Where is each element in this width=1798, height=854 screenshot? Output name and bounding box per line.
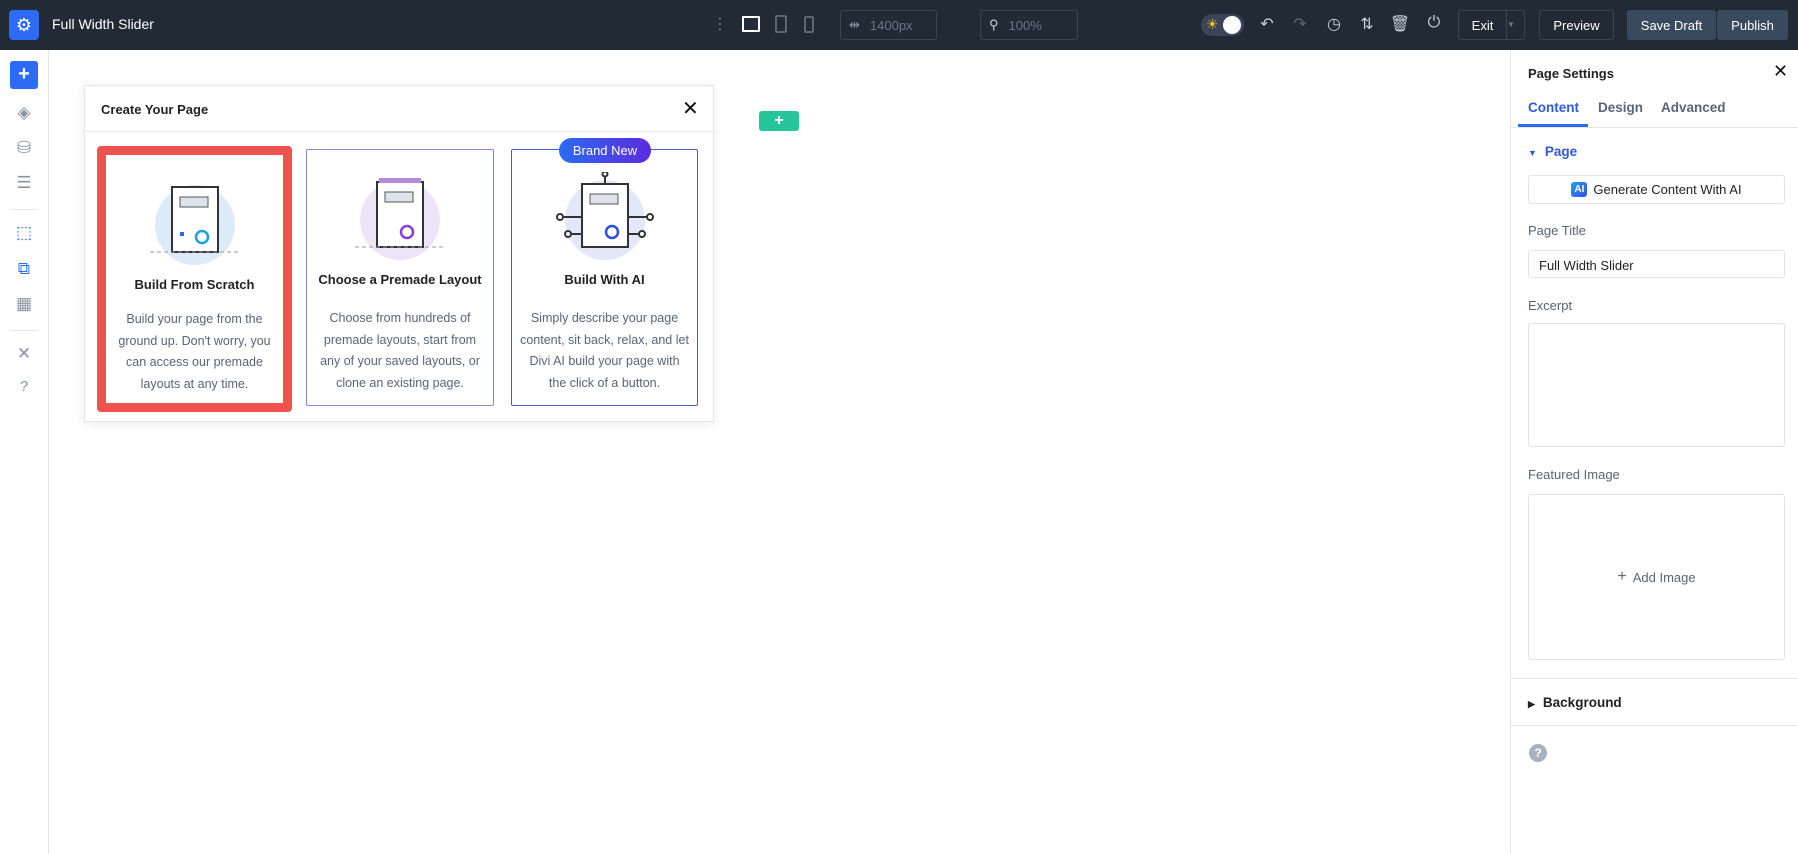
brand-new-badge: Brand New xyxy=(559,138,651,163)
tools-icon[interactable]: ✕ xyxy=(10,344,38,368)
help-icon[interactable]: ? xyxy=(10,378,38,402)
sort-icon[interactable]: ⇅ xyxy=(1356,14,1378,34)
layers-icon[interactable]: ◈ xyxy=(10,103,38,127)
layout-illustration-icon xyxy=(355,178,445,260)
document-illustration-icon xyxy=(149,185,240,265)
ai-button-label: Generate Content With AI xyxy=(1593,182,1742,197)
desktop-view-icon[interactable] xyxy=(742,16,760,32)
caret-down-icon: ▼ xyxy=(1528,148,1537,158)
ai-illustration-icon xyxy=(555,172,654,260)
history-icon[interactable]: ◷ xyxy=(1323,14,1345,34)
left-sidebar: + ◈ ⛁ ☰ ⬚ ⧉ ▦ ✕ ? xyxy=(0,50,49,854)
select-element-icon[interactable]: ⬚ xyxy=(10,223,38,247)
card-premade-layout[interactable]: Choose a Premade Layout Choose from hund… xyxy=(306,149,494,406)
add-section-button[interactable]: + xyxy=(759,111,799,131)
card-description: Simply describe your page content, sit b… xyxy=(520,311,689,390)
help-icon[interactable]: ? xyxy=(1529,744,1547,762)
exit-label: Exit xyxy=(1471,17,1494,33)
exit-button[interactable]: Exit ▼ xyxy=(1458,10,1525,40)
layout-icon[interactable]: ☰ xyxy=(10,173,38,197)
card-title: Build With AI xyxy=(564,272,645,287)
card-title: Choose a Premade Layout xyxy=(318,272,482,287)
power-icon[interactable]: ⏻ xyxy=(1423,14,1445,32)
page-title-input[interactable]: Full Width Slider xyxy=(1528,250,1785,278)
tab-design[interactable]: Design xyxy=(1598,100,1643,115)
add-image-button[interactable]: + Add Image xyxy=(1528,494,1785,660)
publish-button[interactable]: Publish xyxy=(1717,10,1788,40)
card-title: Build From Scratch xyxy=(134,277,255,292)
chevron-down-icon[interactable]: ▼ xyxy=(1506,11,1524,39)
section-page-label: Page xyxy=(1544,144,1578,159)
tablet-view-icon[interactable] xyxy=(775,15,787,33)
search-icon: ⚲ xyxy=(989,17,999,32)
theme-toggle[interactable]: ☀ xyxy=(1201,14,1244,36)
database-icon[interactable]: ⛁ xyxy=(10,138,38,162)
page-preview-icon[interactable]: ▦ xyxy=(10,294,38,318)
top-toolbar: ⚙ Full Width Slider ⋮ ⇹ 1400px ⚲ 100% ☀ ↶ … xyxy=(0,0,1798,50)
add-image-label: Add Image xyxy=(1632,569,1696,585)
ai-icon: AI xyxy=(1571,182,1588,197)
excerpt-label: Excerpt xyxy=(1528,298,1573,313)
settings-gear-icon[interactable]: ⚙ xyxy=(9,10,39,40)
create-page-modal: Create Your Page ✕ Build From Scratch Bu… xyxy=(84,85,714,422)
close-icon[interactable]: ✕ xyxy=(1773,61,1788,82)
phone-view-icon[interactable] xyxy=(804,16,814,33)
trash-icon[interactable]: 🗑︎ xyxy=(1389,14,1411,34)
card-build-with-ai[interactable]: Brand New Build With AI Simply describe … xyxy=(511,138,698,406)
excerpt-textarea[interactable] xyxy=(1528,323,1785,447)
page-title-label: Page Title xyxy=(1528,223,1586,238)
card-description: Choose from hundreds of premade layouts,… xyxy=(320,311,480,390)
more-vertical-icon[interactable]: ⋮ xyxy=(709,14,731,34)
page-title: Full Width Slider xyxy=(52,16,154,32)
featured-image-label: Featured Image xyxy=(1528,467,1620,482)
add-icon[interactable]: + xyxy=(10,61,38,89)
zoom-value: 100% xyxy=(1008,17,1042,33)
card-build-from-scratch[interactable]: Build From Scratch Build your page from … xyxy=(97,146,292,412)
redo-icon[interactable]: ↷ xyxy=(1289,14,1311,34)
caret-right-icon: ▶ xyxy=(1528,699,1535,709)
width-value: 1400px xyxy=(869,17,913,33)
save-draft-button[interactable]: Save Draft xyxy=(1627,10,1716,40)
panel-title: Page Settings xyxy=(1528,66,1614,81)
sun-icon: ☀ xyxy=(1206,16,1219,32)
section-background-label: Background xyxy=(1542,695,1622,710)
section-background-toggle[interactable]: ▶ Background xyxy=(1528,695,1622,710)
tab-content[interactable]: Content xyxy=(1528,100,1579,115)
width-input[interactable]: ⇹ 1400px xyxy=(840,10,937,40)
tab-advanced[interactable]: Advanced xyxy=(1661,100,1726,115)
zoom-input[interactable]: ⚲ 100% xyxy=(980,10,1078,40)
close-icon[interactable]: ✕ xyxy=(682,96,699,121)
modal-title: Create Your Page xyxy=(101,102,209,117)
card-description: Build your page from the ground up. Don'… xyxy=(118,312,271,391)
multi-select-icon[interactable]: ⧉ xyxy=(10,259,38,283)
undo-icon[interactable]: ↶ xyxy=(1256,14,1278,34)
width-icon: ⇹ xyxy=(849,17,860,32)
generate-ai-button[interactable]: AI Generate Content With AI xyxy=(1528,175,1785,204)
page-settings-panel: Page Settings ✕ Content Design Advanced … xyxy=(1510,50,1798,854)
section-page-toggle[interactable]: ▼ Page xyxy=(1528,144,1577,159)
preview-button[interactable]: Preview xyxy=(1539,10,1614,40)
plus-icon: + xyxy=(1617,568,1627,585)
